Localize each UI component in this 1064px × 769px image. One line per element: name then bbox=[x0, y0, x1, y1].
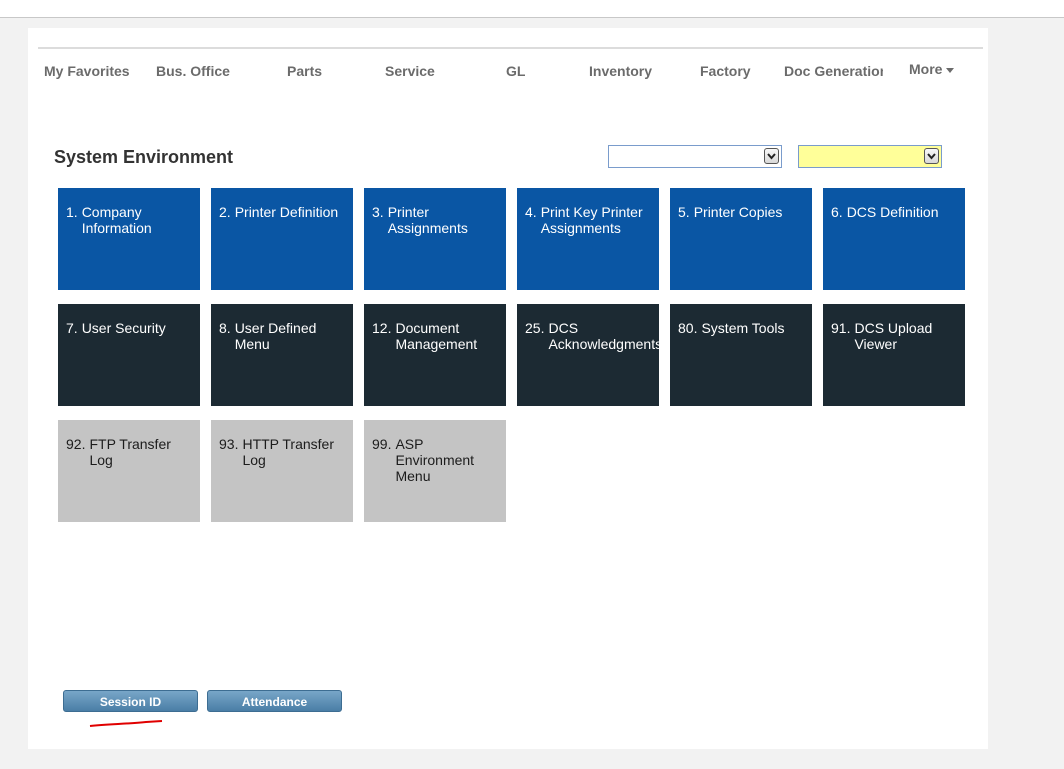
menu-tile-label: Print Key Printer Assignments bbox=[540, 204, 643, 236]
menu-tile-number: 8. bbox=[219, 320, 231, 336]
nav-item-my-favorites[interactable]: My Favorites bbox=[44, 63, 134, 79]
menu-tile-label: Company Information bbox=[81, 204, 152, 236]
menu-tile-number: 1. bbox=[66, 204, 78, 220]
menu-tile-number: 91. bbox=[831, 320, 851, 336]
menu-tile-number: 4. bbox=[525, 204, 537, 220]
browser-top-bar bbox=[0, 0, 1064, 18]
menu-tile-label: Printer Assignments bbox=[387, 204, 468, 236]
menu-tile[interactable]: 6. DCS Definition bbox=[823, 188, 965, 290]
nav-item-bus-office[interactable]: Bus. Office bbox=[156, 63, 246, 79]
attendance-button[interactable]: Attendance bbox=[207, 690, 342, 712]
menu-tile-number: 6. bbox=[831, 204, 843, 220]
menu-tile[interactable]: 8. User Defined Menu bbox=[211, 304, 353, 406]
menu-tile-label: ASP Environment Menu bbox=[395, 436, 475, 484]
menu-tile[interactable]: 2. Printer Definition bbox=[211, 188, 353, 290]
menu-tile[interactable]: 7. User Security bbox=[58, 304, 200, 406]
page-title: System Environment bbox=[54, 147, 234, 167]
menu-tile-label: User Security bbox=[81, 320, 166, 336]
filter-select-2[interactable] bbox=[798, 145, 942, 168]
menu-tile-number: 25. bbox=[525, 320, 545, 336]
nav-item-service[interactable]: Service bbox=[385, 63, 455, 79]
menu-tile-label: HTTP Transfer Log bbox=[242, 436, 335, 468]
menu-tile-label: Printer Definition bbox=[234, 204, 339, 220]
menu-tile[interactable]: 99. ASP Environment Menu bbox=[364, 420, 506, 522]
menu-tile-label: FTP Transfer Log bbox=[89, 436, 171, 468]
nav-more-menu[interactable]: More bbox=[909, 61, 955, 77]
menu-tile-label: DCS Acknowledgments bbox=[548, 320, 659, 352]
main-nav: My Favorites Bus. Office Parts Service G… bbox=[38, 47, 983, 89]
chevron-down-icon bbox=[764, 148, 779, 164]
menu-tile[interactable]: 92. FTP Transfer Log bbox=[58, 420, 200, 522]
menu-tile-number: 3. bbox=[372, 204, 384, 220]
menu-tile-label: Printer Copies bbox=[693, 204, 783, 220]
red-annotation-underline bbox=[89, 720, 163, 727]
menu-tile[interactable]: 3. Printer Assignments bbox=[364, 188, 506, 290]
menu-tile[interactable]: 4. Print Key Printer Assignments bbox=[517, 188, 659, 290]
menu-tile[interactable]: 1. Company Information bbox=[58, 188, 200, 290]
menu-tile-label: User Defined Menu bbox=[234, 320, 317, 352]
nav-item-factory[interactable]: Factory bbox=[700, 63, 770, 79]
menu-tile-number: 12. bbox=[372, 320, 392, 336]
menu-tile-number: 2. bbox=[219, 204, 231, 220]
menu-tile[interactable]: 91. DCS Upload Viewer bbox=[823, 304, 965, 406]
menu-tile-number: 92. bbox=[66, 436, 86, 452]
nav-more-label: More bbox=[909, 61, 943, 77]
nav-item-doc-generation[interactable]: Doc Generation bbox=[784, 63, 883, 79]
filter-select-1[interactable] bbox=[608, 145, 782, 168]
menu-tile[interactable]: 12. Document Management bbox=[364, 304, 506, 406]
nav-item-gl[interactable]: GL bbox=[506, 63, 536, 79]
menu-tile-label: DCS Definition bbox=[846, 204, 939, 220]
menu-tile[interactable]: 25. DCS Acknowledgments bbox=[517, 304, 659, 406]
menu-tile[interactable]: 93. HTTP Transfer Log bbox=[211, 420, 353, 522]
menu-tile-number: 7. bbox=[66, 320, 78, 336]
menu-tile[interactable]: 5. Printer Copies bbox=[670, 188, 812, 290]
menu-tile[interactable]: 80. System Tools bbox=[670, 304, 812, 406]
nav-item-inventory[interactable]: Inventory bbox=[589, 63, 669, 79]
menu-tile-number: 93. bbox=[219, 436, 239, 452]
session-id-button[interactable]: Session ID bbox=[63, 690, 198, 712]
menu-tile-number: 5. bbox=[678, 204, 690, 220]
menu-tile-label: Document Management bbox=[395, 320, 478, 352]
menu-tile-number: 99. bbox=[372, 436, 392, 452]
caret-down-icon bbox=[946, 67, 955, 73]
nav-item-parts[interactable]: Parts bbox=[287, 63, 347, 79]
menu-tile-label: DCS Upload Viewer bbox=[854, 320, 933, 352]
chevron-down-icon bbox=[924, 148, 939, 164]
menu-tile-number: 80. bbox=[678, 320, 698, 336]
menu-tile-label: System Tools bbox=[701, 320, 785, 336]
